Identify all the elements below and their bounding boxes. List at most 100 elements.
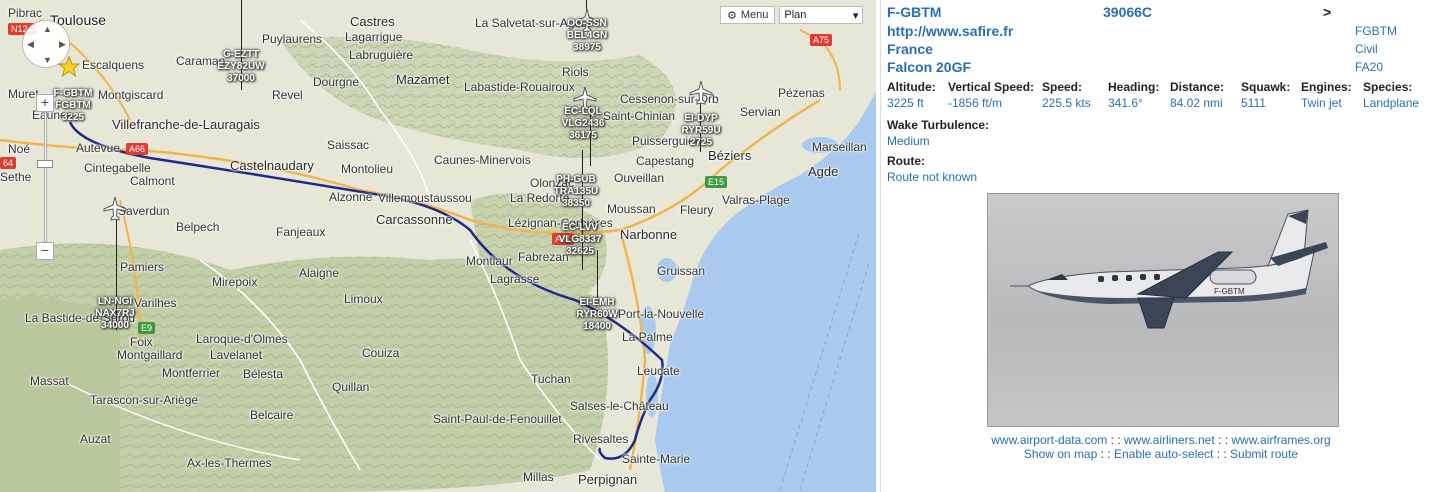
place-montlaur: Montlaur xyxy=(466,254,513,268)
chevron-down-icon: ▾ xyxy=(852,9,859,22)
place-mazamet: Mazamet xyxy=(396,72,450,87)
place-lagarrigue: Lagarrigue xyxy=(345,30,403,44)
aircraft-registration: EC-LQL xyxy=(564,106,602,117)
pan-up-icon[interactable]: ▲ xyxy=(43,24,52,34)
map-type-value: Plan xyxy=(784,9,807,21)
place-fanjeaux: Fanjeaux xyxy=(276,225,326,239)
aircraft-registration: OO-SSN xyxy=(567,18,607,29)
aircraft-label-eclql[interactable]: EC-LQL VLG2436 36175 xyxy=(552,106,614,142)
place-alzonne: Alzonne xyxy=(329,190,373,204)
place-leucate: Leucate xyxy=(637,364,680,378)
place-calmont: Calmont xyxy=(130,174,175,188)
pan-right-icon[interactable]: ▶ xyxy=(59,39,66,50)
aircraft-altitude: 38350 xyxy=(562,198,590,209)
aircraft-registration: EI-DYP xyxy=(684,113,718,124)
aircraft-registration: EI-EMH xyxy=(579,297,615,308)
stat-distance: Distance: 84.02 nmi xyxy=(1170,80,1224,110)
place-belesta: Bélesta xyxy=(243,367,284,381)
link-separator: : : xyxy=(1214,433,1232,447)
aircraft-label-lnngl[interactable]: LN-NGI NAX7RJ 34000 xyxy=(84,296,146,332)
place-moussan: Moussan xyxy=(607,202,656,216)
place-beziers: Béziers xyxy=(708,148,752,163)
aircraft-callsign: EZY82UW xyxy=(217,61,265,72)
zoom-slider-thumb[interactable] xyxy=(37,160,53,168)
category: Civil xyxy=(1355,42,1378,56)
aircraft-label-eclvv[interactable]: EC-LVV VLG8337 32625 xyxy=(549,222,611,258)
next-aircraft-button[interactable]: > xyxy=(1323,4,1331,20)
link-submit-route[interactable]: Submit route xyxy=(1230,447,1298,461)
stat-value: Landplane xyxy=(1363,96,1420,110)
stat-value: 3225 ft xyxy=(887,96,924,110)
menu-button[interactable]: ⚙ Menu xyxy=(720,6,776,24)
callsign: FGBTM xyxy=(1355,24,1397,38)
place-puylaurens: Puylaurens xyxy=(262,32,323,46)
stat-label: Speed: xyxy=(1042,80,1083,94)
place-saissac: Saissac xyxy=(327,138,370,152)
aircraft-photo[interactable]: F-GBTM xyxy=(987,193,1339,427)
action-links: Show on map : : Enable auto-select : : S… xyxy=(881,447,1440,461)
place-ouveillan: Ouveillan xyxy=(614,171,665,185)
flight-map[interactable]: Toulouse Pibrac Castres La Salvetat-sur-Ago… xyxy=(0,0,876,492)
link-www-airport-data-com[interactable]: www.airport-data.com xyxy=(991,433,1107,447)
pan-left-icon[interactable]: ◀ xyxy=(27,39,34,50)
aircraft-altitude: 18400 xyxy=(583,321,611,332)
airplane-icon[interactable] xyxy=(688,80,714,106)
road-shield-a66: A66 xyxy=(126,143,149,155)
link-enable-auto-select[interactable]: Enable auto-select xyxy=(1114,447,1213,461)
place-dourgne: Dourgne xyxy=(313,75,360,89)
aircraft-label-gezt[interactable]: G-EZTT EZY82UW 37000 xyxy=(210,49,272,85)
aircraft-label-eiemh[interactable]: EI-EMH RYR60W 18400 xyxy=(566,297,628,333)
stat-label: Distance: xyxy=(1170,80,1225,94)
stat-value: 225.5 kts xyxy=(1042,96,1091,110)
aircraft-label-oossn[interactable]: OO-SSN BEL4GN 38975 xyxy=(556,18,618,54)
stat-squawk: Squawk: 5111 xyxy=(1241,80,1290,110)
pan-down-icon[interactable]: ▼ xyxy=(43,55,52,65)
aircraft-altitude: 34000 xyxy=(101,320,129,331)
aircraft-label-eidyp[interactable]: EI-DYP RYR59U 2725 xyxy=(670,113,732,149)
link-show-on-map[interactable]: Show on map xyxy=(1024,447,1097,461)
place-saintemarie: Sainte-Marie xyxy=(622,452,691,466)
place-belcaire: Belcaire xyxy=(250,408,294,422)
pegman-star-icon[interactable] xyxy=(58,56,80,78)
place-portlanouvelle: Port-la-Nouvelle xyxy=(618,307,705,321)
place-villefranche: Villefranche-de-Lauragais xyxy=(112,117,260,132)
stat-value: 84.02 nmi xyxy=(1170,96,1223,110)
aircraft-registration: G-EZTT xyxy=(222,49,260,60)
aircraft-info-panel: F-GBTM 39066C > http://www.safire.fr FGB… xyxy=(880,0,1440,492)
wake-turbulence: Wake Turbulence: Medium xyxy=(887,118,989,148)
place-pezenas: Pézenas xyxy=(778,86,825,100)
place-gruissan: Gruissan xyxy=(657,264,706,278)
link-www-airframes-org[interactable]: www.airframes.org xyxy=(1231,433,1330,447)
icao-hex: 39066C xyxy=(1103,4,1153,20)
stat-label: Species: xyxy=(1363,80,1413,94)
aircraft-callsign: RYR60W xyxy=(576,309,618,320)
map-toolbar: ⚙ Menu Plan ▾ xyxy=(720,6,864,24)
zoom-slider-track[interactable] xyxy=(44,112,47,242)
place-millas: Millas xyxy=(523,470,554,484)
operator-website-link[interactable]: http://www.safire.fr xyxy=(887,23,1013,39)
link-www-airliners-net[interactable]: www.airliners.net xyxy=(1124,433,1215,447)
stat-value: Twin jet xyxy=(1301,96,1342,110)
airplane-icon[interactable] xyxy=(102,196,128,222)
route-label: Route: xyxy=(887,154,925,168)
stat-value: 341.6° xyxy=(1108,96,1143,110)
place-marseillan: Marseillan xyxy=(812,140,867,154)
aircraft-altitude: 3225 xyxy=(61,112,85,123)
place-lavelanet: Lavelanet xyxy=(210,348,263,362)
place-pibrac: Pibrac xyxy=(8,6,43,20)
aircraft-registration: PH-GUB xyxy=(556,174,596,185)
place-autevue: Autevue xyxy=(76,141,121,155)
place-salses: Salses-le-Château xyxy=(570,399,669,413)
type-code: FA20 xyxy=(1355,60,1384,74)
stat-label: Engines: xyxy=(1301,80,1352,94)
registration: F-GBTM xyxy=(887,4,942,20)
link-separator: : : xyxy=(1107,433,1124,447)
zoom-in-button[interactable]: + xyxy=(36,94,54,112)
place-limoux: Limoux xyxy=(344,292,383,306)
place-foix: Foix xyxy=(130,335,153,349)
place-cintegabelle: Cintegabelle xyxy=(84,161,151,175)
map-type-select[interactable]: Plan ▾ xyxy=(779,6,864,24)
place-riols: Riols xyxy=(562,65,589,79)
zoom-out-button[interactable]: − xyxy=(36,242,54,260)
aircraft-label-phgub[interactable]: PH-GUB TRA135U 38350 xyxy=(545,174,607,210)
